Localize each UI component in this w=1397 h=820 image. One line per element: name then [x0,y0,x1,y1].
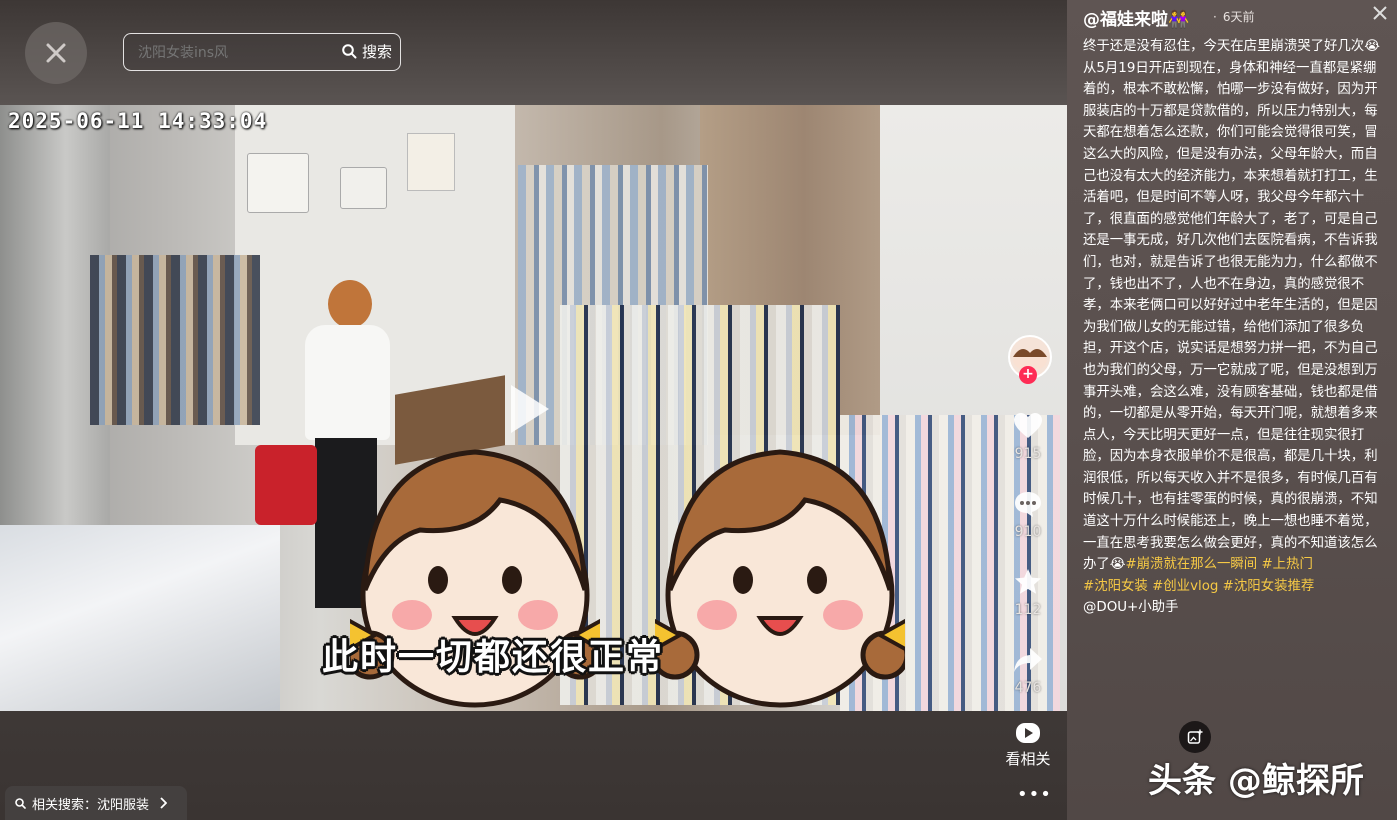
more-options-button[interactable]: ••• [1017,784,1052,805]
post-time: · 6天前 [1213,8,1254,25]
hashtag[interactable]: #沈阳女装推荐 [1223,579,1315,594]
hashtag[interactable]: #崩溃就在那么一瞬间 [1125,557,1257,572]
favorite-count: 112 [1014,602,1042,618]
like-button[interactable]: 915 [995,412,1061,462]
close-icon [1373,6,1387,20]
search-icon [15,797,26,809]
author-name[interactable]: @福娃来啦👭 [1083,5,1189,30]
hashtag[interactable]: #创业vlog [1152,579,1218,594]
post-text: 终于还是没有忍住，今天在店里崩溃哭了好几次😭从5月19日开店到现在，身体和神经一… [1083,36,1381,619]
follow-button[interactable]: + [1019,366,1037,384]
like-count: 915 [1014,446,1042,462]
poster [247,153,309,213]
share-count: 476 [1014,680,1042,696]
star-icon [1015,569,1041,594]
video-timestamp: 2025-06-11 14:33:04 [8,109,268,133]
poster [340,167,387,209]
comment-button[interactable]: 910 [995,490,1061,540]
chevron-right-icon [160,797,168,809]
close-icon [46,43,66,63]
comment-icon [1015,492,1041,517]
share-icon [1014,648,1042,672]
share-button[interactable]: 476 [995,646,1061,696]
related-search-label: 相关搜索：沈阳服装 [32,797,150,813]
favorite-button[interactable]: 112 [995,568,1061,618]
search-button[interactable]: 搜索 [342,34,392,69]
add-to-collection-button[interactable] [1179,721,1211,753]
play-circle-icon [1016,723,1040,743]
certificate [407,133,455,191]
red-bag [255,445,317,525]
search-button-label: 搜索 [361,43,392,61]
related-search-chip[interactable]: 相关搜索：沈阳服装 [5,786,187,820]
mention-link[interactable]: @DOU+小助手 [1083,600,1178,615]
time-separator: · [1213,10,1217,24]
image-add-icon [1187,729,1203,744]
related-video-label: 看相关 [1005,750,1051,768]
video-stage: 搜索 [0,0,1067,820]
clothes-rack [90,255,260,425]
watermark: 头条 @鲸探所 [1148,761,1364,801]
panel-close-button[interactable] [1373,1,1387,25]
search-box: 搜索 [123,33,401,71]
time-text: 6天前 [1222,10,1255,24]
post-body: 终于还是没有忍住，今天在店里崩溃哭了好几次😭从5月19日开店到现在，身体和神经一… [1083,39,1380,573]
description-panel: @福娃来啦👭 · 6天前 终于还是没有忍住，今天在店里崩溃哭了好几次😭从5月19日… [1067,0,1397,820]
search-icon [342,44,357,59]
heart-icon [1014,413,1042,438]
video-caption: 此时一切都还很正常 [322,637,665,678]
floor-packages [0,525,280,711]
close-button[interactable] [25,22,87,84]
hashtag[interactable]: #上热门 [1261,557,1312,572]
search-input[interactable] [136,34,335,71]
comment-count: 910 [1014,524,1042,540]
sticker-girl-right [655,449,905,708]
hashtag[interactable]: #沈阳女装 [1083,579,1148,594]
related-video-button[interactable]: 看相关 [996,722,1060,769]
play-icon[interactable] [511,385,549,433]
